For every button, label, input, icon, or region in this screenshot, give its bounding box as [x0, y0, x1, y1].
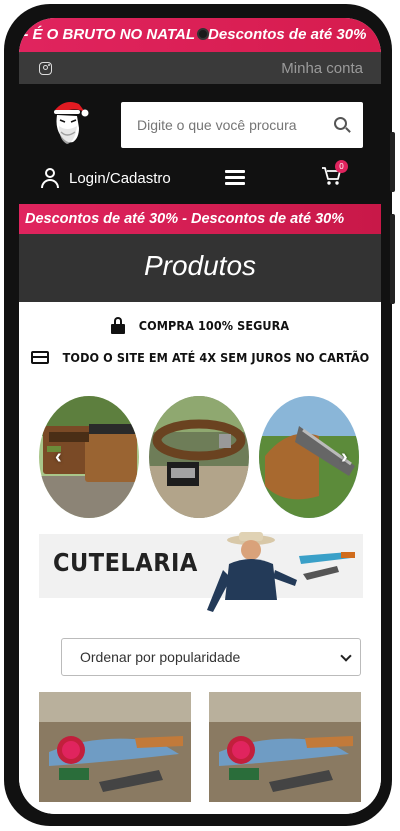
sort-selected-label: Ordenar por popularidade: [80, 649, 241, 665]
lock-icon: [110, 316, 125, 334]
carousel-next-arrow[interactable]: ›: [341, 446, 348, 469]
hamburger-menu-icon[interactable]: [225, 170, 245, 186]
chevron-down-icon: [340, 650, 352, 662]
product-carousel[interactable]: ‹ ›: [39, 396, 363, 522]
search-icon[interactable]: [334, 117, 347, 130]
screen: I - É O BRUTO NO NATAL - Descontos de at…: [19, 18, 381, 814]
installments-text: TODO O SITE EM ATÉ 4X SEM JUROS NO CARTÃ…: [62, 350, 370, 365]
carousel-slide-belt[interactable]: [149, 396, 249, 518]
power-button: [390, 214, 395, 304]
main-content: COMPRA 100% SEGURA TODO O SITE EM ATÉ 4X…: [19, 302, 381, 814]
topbar: Minha conta: [19, 52, 381, 84]
site-header: Login/Cadastro 0: [19, 84, 381, 204]
front-camera: [197, 28, 209, 40]
login-link[interactable]: Login/Cadastro: [41, 168, 171, 188]
page-title: Produtos: [19, 234, 381, 302]
login-label: Login/Cadastro: [69, 169, 171, 187]
cart-button[interactable]: 0: [321, 160, 348, 188]
search-input[interactable]: [137, 117, 317, 133]
secure-purchase-notice: COMPRA 100% SEGURA: [19, 316, 381, 334]
volume-button: [390, 132, 395, 192]
secure-purchase-text: COMPRA 100% SEGURA: [138, 318, 290, 333]
search-bar: [121, 102, 363, 148]
carousel-prev-arrow[interactable]: ‹: [55, 446, 62, 469]
category-banner[interactable]: CUTELARIA: [39, 532, 363, 612]
logo-icon[interactable]: [47, 98, 91, 148]
my-account-link[interactable]: Minha conta: [281, 60, 363, 77]
product-image: [209, 692, 361, 802]
credit-card-icon: [30, 351, 49, 364]
sort-select[interactable]: Ordenar por popularidade: [61, 638, 361, 676]
phone-frame: I - É O BRUTO NO NATAL - Descontos de at…: [4, 4, 395, 826]
instagram-icon[interactable]: [39, 61, 52, 75]
product-card[interactable]: [39, 692, 191, 802]
installments-notice: TODO O SITE EM ATÉ 4X SEM JUROS NO CARTÃ…: [19, 350, 381, 365]
banner-image: [207, 532, 355, 612]
carousel-slide-wallet[interactable]: [39, 396, 139, 518]
banner-title: CUTELARIA: [53, 548, 198, 577]
product-image: [39, 692, 191, 802]
cart-count-badge: 0: [335, 160, 348, 173]
promo-text: I - É O BRUTO NO NATAL - Descontos de at…: [19, 26, 367, 43]
promo-strip: Descontos de até 30% - Descontos de até …: [19, 204, 381, 234]
promo-strip-text: Descontos de até 30% - Descontos de até …: [25, 211, 345, 227]
user-icon: [41, 168, 59, 188]
product-card[interactable]: [209, 692, 361, 802]
